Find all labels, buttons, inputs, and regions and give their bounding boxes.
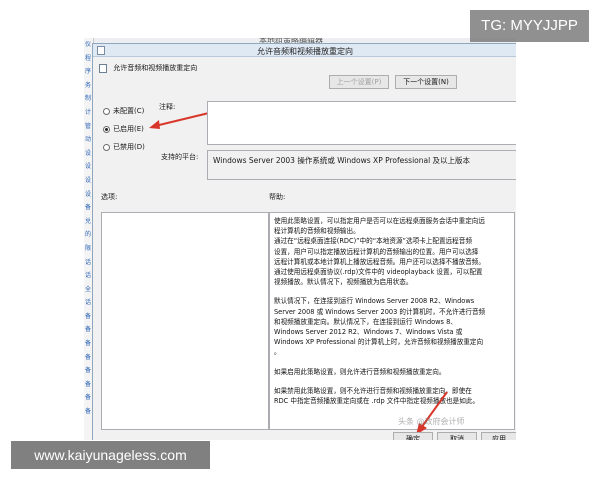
policy-dialog: 允许音频和视频播放重定向 允许音频和视频播放重定向 上一个设置(P) 下一个设置…	[92, 43, 516, 440]
radio-dot	[103, 143, 110, 151]
annotation-arrow-ok	[416, 391, 448, 435]
radio-label: 未配置(C)	[113, 107, 145, 115]
help-paragraph: 如果禁用此策略设置，则不允许进行音频和视频播放重定向，即使在 RDC 中指定音频…	[274, 386, 480, 406]
next-setting-button[interactable]: 下一个设置(N)	[395, 75, 457, 89]
cancel-button[interactable]: 取消	[437, 432, 477, 440]
comment-label: 注释:	[159, 103, 176, 111]
options-label: 选项:	[101, 193, 118, 201]
platform-field: Windows Server 2003 操作系统或 Windows XP Pro…	[207, 150, 516, 180]
radio-label: 已禁用(D)	[113, 143, 145, 151]
screenshot-photo: 本地组策略编辑器 仪程序务制计管动设设设设备兑的限话话全话备备备备备备备备 允许…	[84, 38, 516, 440]
ok-button[interactable]: 确定	[393, 432, 433, 440]
faint-watermark: 头条 @政府会计师	[398, 417, 465, 426]
comment-textarea[interactable]	[207, 101, 516, 145]
tg-watermark: TG: MYYJJPP	[470, 10, 589, 42]
platform-label: 支持的平台:	[161, 153, 199, 161]
help-paragraph: 使用此策略设置，可以指定用户是否可以在远程桌面服务会话中重定向远 程计算机的音频…	[274, 217, 485, 287]
radio-not-configured[interactable]: 未配置(C)	[103, 106, 144, 116]
help-panel[interactable]: 使用此策略设置，可以指定用户是否可以在远程桌面服务会话中重定向远 程计算机的音频…	[269, 212, 515, 430]
help-label: 帮助:	[269, 193, 286, 201]
setting-icon	[99, 63, 107, 73]
options-panel	[101, 212, 269, 430]
policy-header: 允许音频和视频播放重定向	[99, 63, 197, 73]
help-paragraph: 默认情况下，在连接到运行 Windows Server 2008 R2、Wind…	[274, 297, 486, 357]
radio-label: 已启用(E)	[113, 125, 144, 133]
radio-enabled[interactable]: 已启用(E)	[103, 124, 144, 134]
radio-disabled[interactable]: 已禁用(D)	[103, 142, 145, 152]
policy-name: 允许音频和视频播放重定向	[113, 64, 198, 72]
help-paragraph: 如果启用此策略设置，则允许进行音频和视频播放重定向。	[274, 367, 446, 376]
radio-dot	[103, 107, 110, 115]
platform-value: Windows Server 2003 操作系统或 Windows XP Pro…	[213, 156, 471, 165]
radio-dot-selected	[103, 125, 110, 133]
dialog-titlebar: 允许音频和视频播放重定向	[93, 44, 516, 57]
prev-setting-button[interactable]: 上一个设置(P)	[329, 75, 389, 89]
url-banner: www.kaiyunageless.com	[11, 441, 210, 469]
dialog-title: 允许音频和视频播放重定向	[257, 47, 353, 56]
apply-button[interactable]: 应用	[481, 432, 516, 440]
